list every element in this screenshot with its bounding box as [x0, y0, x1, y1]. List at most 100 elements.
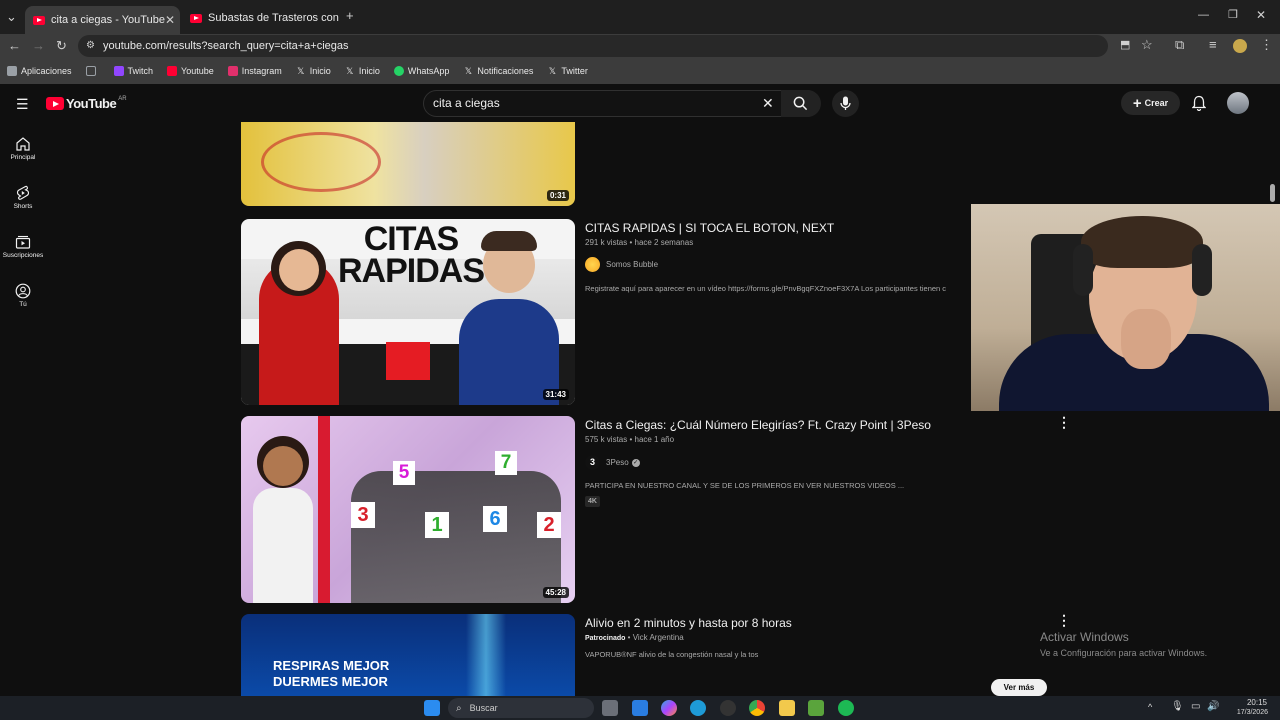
- apps-grid-icon: [7, 66, 17, 76]
- x-icon: 𝕏: [464, 66, 472, 76]
- verified-icon: ✓: [631, 458, 640, 467]
- file-explorer-icon[interactable]: [779, 700, 795, 716]
- windows-start-icon[interactable]: [424, 700, 440, 716]
- sidebar-item-shorts[interactable]: Shorts: [0, 185, 46, 210]
- more-options-icon[interactable]: ⋮: [1057, 414, 1071, 431]
- bookmark-youtube[interactable]: Youtube: [167, 66, 214, 76]
- copilot-icon[interactable]: [661, 700, 677, 716]
- video-title[interactable]: CITAS RAPIDAS | SI TOCA EL BOTON, NEXT: [585, 221, 834, 235]
- bookmark-twitter[interactable]: 𝕏 Twitter: [547, 66, 588, 76]
- scrollbar-thumb[interactable]: [1270, 184, 1275, 202]
- channel-link[interactable]: 3 3Peso ✓: [585, 455, 640, 470]
- chrome-icon[interactable]: [749, 700, 765, 716]
- duration-badge: 45:28: [542, 587, 569, 598]
- install-icon[interactable]: ⬒: [1120, 39, 1130, 52]
- minecraft-icon[interactable]: [808, 700, 824, 716]
- tab-subastas[interactable]: Subastas de Trasteros con YouT ✕: [182, 6, 342, 30]
- minimize-icon[interactable]: —: [1198, 9, 1209, 22]
- profile-avatar-icon[interactable]: [1233, 39, 1247, 53]
- headphone-left: [1073, 244, 1093, 296]
- site-info-icon[interactable]: ⚙: [86, 39, 95, 52]
- duration-badge: 0:31: [546, 190, 569, 201]
- task-view-icon[interactable]: [602, 700, 618, 716]
- volume-icon[interactable]: 🔊: [1207, 701, 1219, 712]
- tray-chevron-icon[interactable]: ^: [1148, 702, 1152, 712]
- forward-icon[interactable]: →: [32, 39, 45, 52]
- whatsapp-icon: [393, 66, 404, 76]
- network-icon[interactable]: ▭: [1191, 701, 1200, 712]
- webcam-overlay: [971, 204, 1280, 411]
- video-title[interactable]: Citas a Ciegas: ¿Cuál Número Elegirías? …: [585, 418, 931, 432]
- reload-icon[interactable]: ↻: [56, 39, 67, 52]
- microphone-tray-icon[interactable]: 🎙: [1171, 701, 1184, 712]
- video-thumbnail[interactable]: 0:31: [241, 122, 575, 206]
- group-figures: [351, 471, 561, 603]
- youtube-favicon-icon: [33, 15, 45, 25]
- sidebar-item-suscripciones[interactable]: Suscripciones: [0, 234, 46, 259]
- clock-date[interactable]: 17/3/2026: [1228, 709, 1268, 716]
- video-thumbnail[interactable]: 5 7 3 1 6 2 45:28: [241, 416, 575, 603]
- extensions-icon[interactable]: ⧉: [1175, 38, 1184, 51]
- subscriptions-icon: [15, 235, 31, 249]
- ad-description: VAPORUB®NF alivio de la congestión nasal…: [585, 650, 759, 659]
- new-tab-icon[interactable]: +: [346, 9, 354, 22]
- woman-figure: [253, 488, 313, 603]
- clock-time[interactable]: 20:15: [1243, 698, 1267, 707]
- menu-dots-icon[interactable]: ⋮: [1260, 38, 1273, 51]
- ad-title[interactable]: Alivio en 2 minutos y hasta por 8 horas: [585, 616, 792, 630]
- video-description: PARTICIPA EN NUESTRO CANAL Y SE DE LOS P…: [585, 481, 905, 490]
- edge-icon[interactable]: [690, 700, 706, 716]
- browser-tabstrip: ⌄ cita a ciegas - YouTube ✕ Subastas de …: [0, 0, 1280, 34]
- restore-icon[interactable]: ❐: [1228, 9, 1238, 22]
- bookmark-instagram[interactable]: Instagram: [227, 66, 282, 76]
- outlook-icon[interactable]: [632, 700, 648, 716]
- video-meta: 575 k vistas • hace 1 año: [585, 435, 675, 444]
- video-meta: 291 k vistas • hace 2 semanas: [585, 238, 694, 247]
- sidebar-item-principal[interactable]: Principal: [0, 136, 46, 161]
- bookmark-x-inicio-2[interactable]: 𝕏 Inicio: [345, 66, 380, 76]
- create-button[interactable]: + Crear: [1121, 91, 1180, 115]
- bookmark-star-icon[interactable]: ☆: [1141, 38, 1153, 51]
- grid-icon: [85, 66, 96, 76]
- bookmark-twitch[interactable]: Twitch: [113, 66, 153, 76]
- taskbar-search[interactable]: ⌕ Buscar: [448, 698, 594, 718]
- more-options-icon[interactable]: ⋮: [1057, 612, 1071, 629]
- youtube-logo[interactable]: YouTube AR: [46, 96, 127, 111]
- voice-search-button[interactable]: [832, 90, 859, 117]
- ad-thumbnail[interactable]: RESPIRAS MEJOR DUERMES MEJOR: [241, 614, 575, 696]
- app-icon[interactable]: [720, 700, 736, 716]
- menu-hamburger-icon[interactable]: ☰: [16, 96, 29, 113]
- bookmark-notificaciones[interactable]: 𝕏 Notificaciones: [463, 66, 534, 76]
- search-query-text: cita a ciegas: [433, 96, 500, 110]
- video-thumbnail[interactable]: CITAS RAPIDAS 31:43: [241, 219, 575, 405]
- bookmark-x-inicio-1[interactable]: 𝕏 Inicio: [296, 66, 331, 76]
- sidebar-item-tu[interactable]: Tú: [0, 283, 46, 308]
- channel-link[interactable]: Somos Bubble: [585, 257, 658, 272]
- see-more-button[interactable]: Ver más: [991, 679, 1047, 696]
- close-tab-icon[interactable]: ✕: [165, 13, 175, 27]
- notifications-bell-icon[interactable]: [1192, 95, 1206, 111]
- video-description: Registrate aquí para aparecer en un víde…: [585, 284, 947, 293]
- address-bar[interactable]: ⚙ youtube.com/results?search_query=cita+…: [78, 35, 1108, 57]
- ad-meta: Patrocinado • Vick Argentina: [585, 633, 684, 642]
- bookmark-apps[interactable]: Aplicaciones: [7, 66, 72, 76]
- bookmark-whatsapp[interactable]: WhatsApp: [393, 66, 449, 76]
- close-window-icon[interactable]: ✕: [1256, 9, 1266, 22]
- tab-search-icon[interactable]: ⌄: [6, 10, 17, 23]
- search-icon: [793, 96, 808, 111]
- tab-youtube-search[interactable]: cita a ciegas - YouTube ✕: [25, 6, 180, 34]
- bookmark-grid[interactable]: [85, 66, 100, 76]
- back-icon[interactable]: ←: [8, 39, 21, 52]
- media-icon[interactable]: ≡: [1209, 38, 1217, 51]
- tab-title: Subastas de Trasteros con YouT: [208, 12, 342, 24]
- plus-icon: +: [1132, 94, 1142, 112]
- tab-title: cita a ciegas - YouTube: [51, 14, 165, 26]
- user-avatar[interactable]: [1227, 92, 1249, 114]
- spotify-icon[interactable]: [838, 700, 854, 716]
- bookmarks-bar: Aplicaciones Twitch Youtube Instagram 𝕏I…: [0, 58, 1280, 84]
- duration-badge: 31:43: [542, 389, 569, 400]
- search-icon: ⌕: [456, 702, 462, 714]
- clear-search-icon[interactable]: ✕: [762, 95, 774, 112]
- search-button[interactable]: [781, 90, 821, 117]
- microphone-icon: [840, 96, 851, 110]
